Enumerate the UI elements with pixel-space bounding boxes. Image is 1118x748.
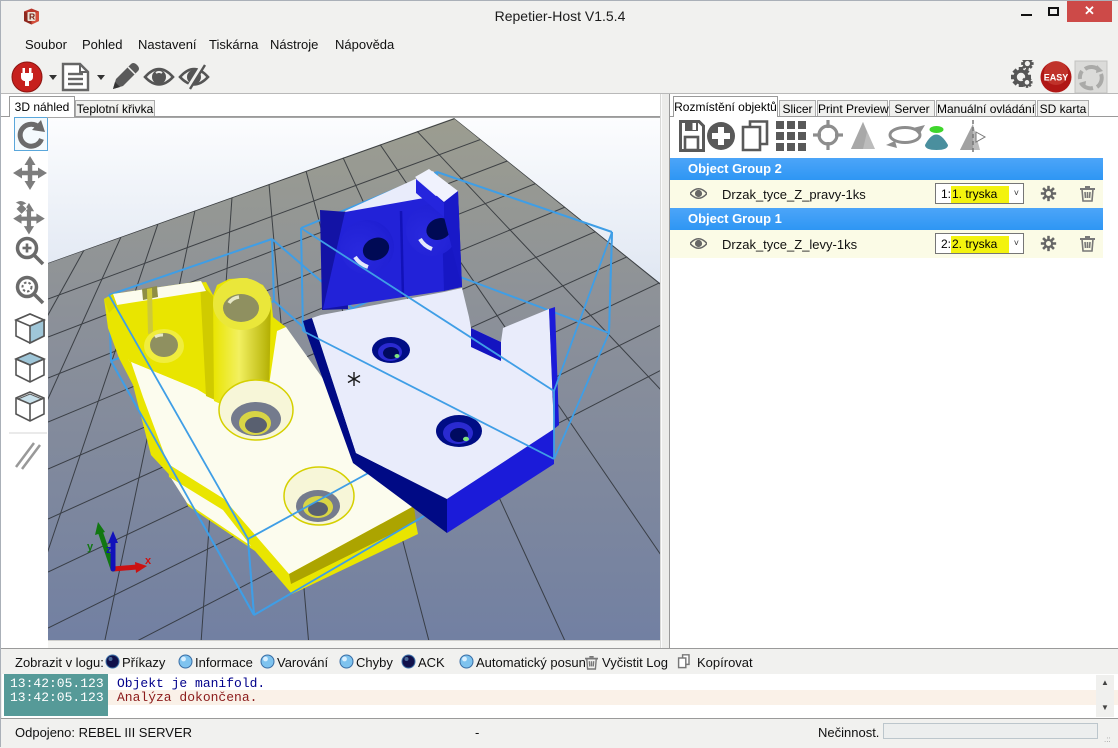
svg-text:x: x (145, 555, 152, 567)
svg-text:z: z (106, 544, 112, 556)
svg-text:y: y (87, 541, 94, 553)
svg-text:EASY: EASY (1044, 73, 1069, 83)
